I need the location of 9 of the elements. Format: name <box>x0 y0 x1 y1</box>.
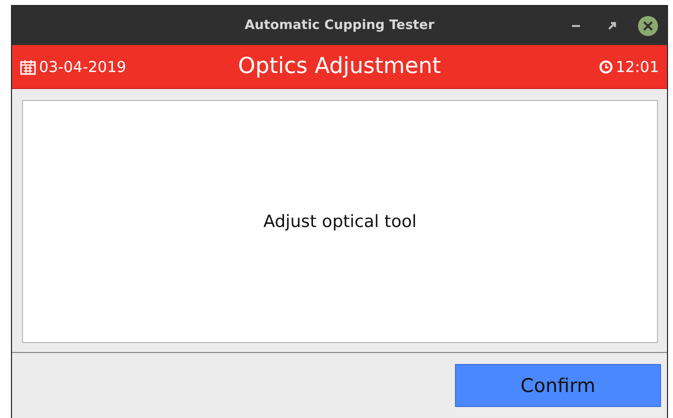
close-icon[interactable] <box>637 15 659 37</box>
instruction-text: Adjust optical tool <box>263 212 417 232</box>
screen-title: Optics Adjustment <box>237 54 442 79</box>
confirm-button[interactable]: Confirm <box>455 364 661 407</box>
calendar-icon <box>20 58 36 74</box>
time-text: 12:01 <box>616 58 659 76</box>
clock-icon <box>598 60 613 74</box>
date-text: 03-04-2019 <box>39 58 126 76</box>
window-title: Automatic Cupping Tester <box>244 18 434 33</box>
